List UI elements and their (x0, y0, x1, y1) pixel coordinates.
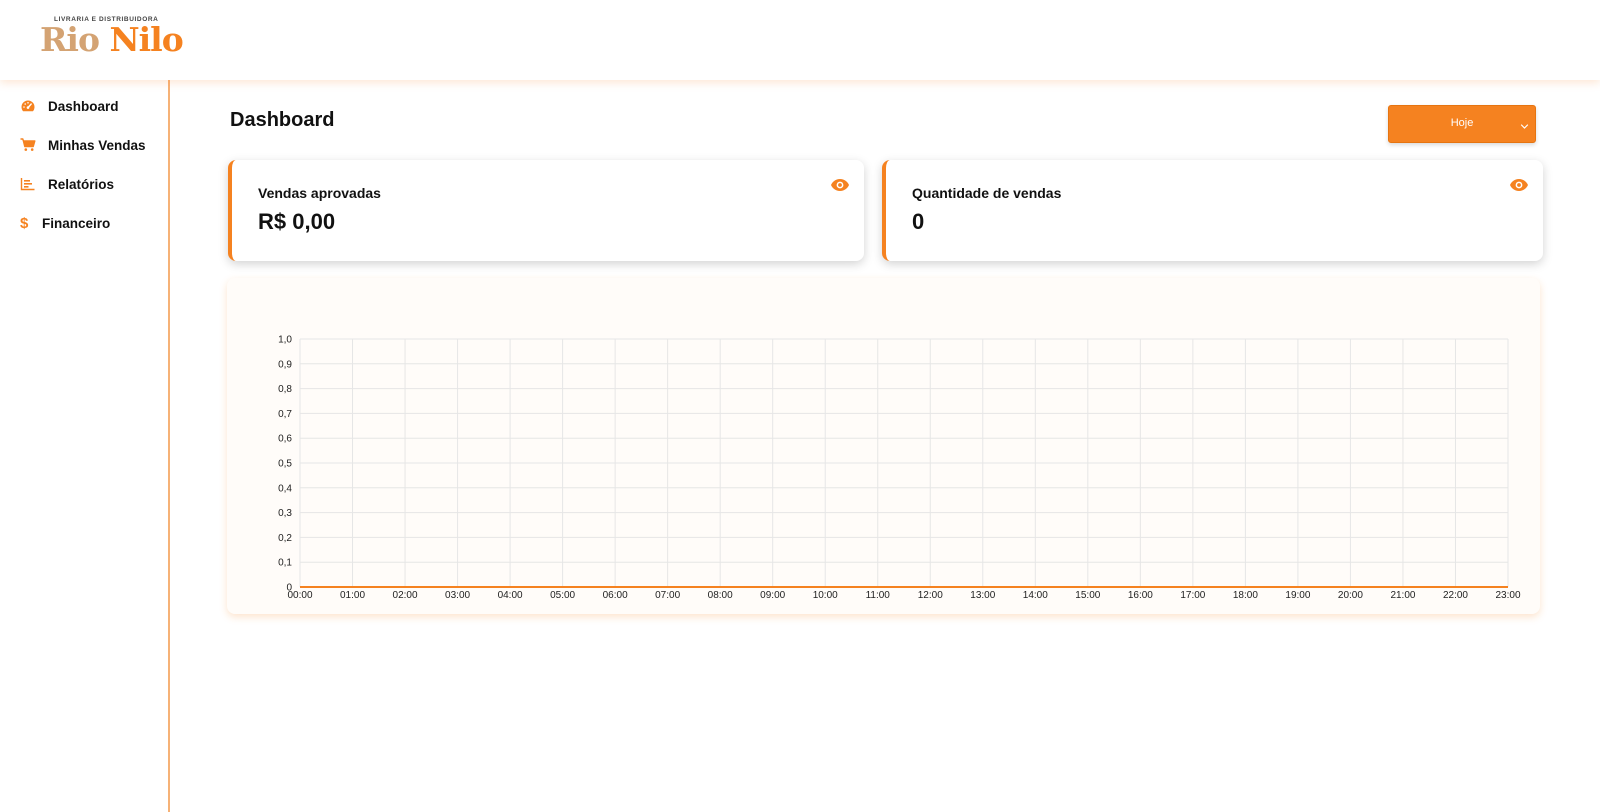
page-title: Dashboard (230, 109, 335, 131)
chevron-down-icon (1520, 118, 1529, 136)
sidebar-item-label: Financeiro (42, 215, 111, 231)
svg-text:$: $ (20, 215, 29, 231)
x-tick-label: 23:00 (1495, 590, 1520, 601)
x-tick-label: 05:00 (550, 590, 575, 601)
y-tick-label: 0,8 (278, 384, 292, 395)
y-tick-label: 0,3 (278, 508, 292, 519)
x-tick-label: 10:00 (813, 590, 838, 601)
y-tick-label: 0,1 (278, 558, 292, 569)
x-tick-label: 06:00 (603, 590, 628, 601)
x-tick-label: 19:00 (1285, 590, 1310, 601)
x-tick-label: 01:00 (340, 590, 365, 601)
x-tick-label: 21:00 (1390, 590, 1415, 601)
sidebar-item-relatorios[interactable]: Relatórios (20, 173, 114, 195)
y-tick-label: 0,7 (278, 409, 292, 420)
brand-logo[interactable]: LIVRARIA E DISTRIBUIDORA Rio Nilo (40, 16, 184, 66)
x-tick-label: 22:00 (1443, 590, 1468, 601)
y-tick-label: 0,9 (278, 359, 292, 370)
speedometer-icon (20, 98, 40, 114)
stat-label: Quantidade de vendas (912, 185, 1062, 201)
stat-value: R$ 0,00 (258, 209, 336, 234)
x-tick-label: 17:00 (1180, 590, 1205, 601)
x-tick-label: 09:00 (760, 590, 785, 601)
eye-icon[interactable] (830, 177, 850, 193)
x-tick-label: 20:00 (1338, 590, 1363, 601)
x-tick-label: 03:00 (445, 590, 470, 601)
y-tick-label: 0,6 (278, 434, 292, 445)
period-select[interactable]: Hoje (1388, 105, 1536, 143)
y-tick-label: 0,5 (278, 459, 292, 470)
x-tick-label: 16:00 (1128, 590, 1153, 601)
brand-name-part1: Rio (40, 20, 100, 59)
x-tick-label: 15:00 (1075, 590, 1100, 601)
period-select-value: Hoje (1450, 117, 1474, 129)
sidebar-item-financeiro[interactable]: $ Financeiro (20, 212, 110, 234)
x-tick-label: 13:00 (970, 590, 995, 601)
cart-icon (20, 137, 40, 153)
sidebar-item-label: Minhas Vendas (48, 137, 146, 153)
x-tick-label: 11:00 (866, 590, 891, 601)
stat-card-vendas-aprovadas: Vendas aprovadas R$ 0,00 (228, 160, 864, 261)
y-tick-label: 1,0 (278, 335, 292, 346)
y-tick-label: 0,4 (278, 483, 292, 494)
x-tick-label: 08:00 (708, 590, 733, 601)
sidebar-item-label: Dashboard (48, 98, 119, 114)
stat-value: 0 (912, 209, 925, 234)
x-tick-label: 07:00 (655, 590, 680, 601)
sidebar-item-label: Relatórios (48, 176, 115, 192)
x-tick-label: 18:00 (1233, 590, 1258, 601)
dollar-icon: $ (20, 215, 34, 231)
sales-chart: 00,10,20,30,40,50,60,70,80,91,000:00 01:0… (278, 335, 1521, 602)
brand-name-part2: Nilo (109, 20, 183, 59)
sales-chart-card: 0 0,1 0,2 0,3 0,4 0,5 0,6 0,7 0,8 0,9 1,0 00:00 01:0… (227, 278, 1540, 614)
x-tick-label: 04:00 (498, 590, 523, 601)
top-bar: LIVRARIA E DISTRIBUIDORA Rio Nilo (0, 0, 1600, 80)
x-tick-label: 00:00 (287, 590, 312, 601)
y-tick-label: 0,2 (278, 533, 292, 544)
x-tick-label: 14:00 (1023, 590, 1048, 601)
sidebar-item-minhas-vendas[interactable]: Minhas Vendas (20, 134, 146, 156)
sidebar-item-dashboard[interactable]: Dashboard (20, 95, 119, 117)
x-tick-label: 12:00 (918, 590, 943, 601)
x-tick-label: 02:00 (393, 590, 418, 601)
eye-icon[interactable] (1509, 177, 1529, 193)
bar-chart-icon (20, 176, 40, 192)
stat-label: Vendas aprovadas (258, 185, 381, 201)
sidebar: Dashboard Minhas Vendas Relatórios $ Fin… (0, 80, 170, 812)
stat-card-quantidade-vendas: Quantidade de vendas 0 (882, 160, 1543, 261)
brand-name: Rio Nilo (40, 20, 184, 59)
